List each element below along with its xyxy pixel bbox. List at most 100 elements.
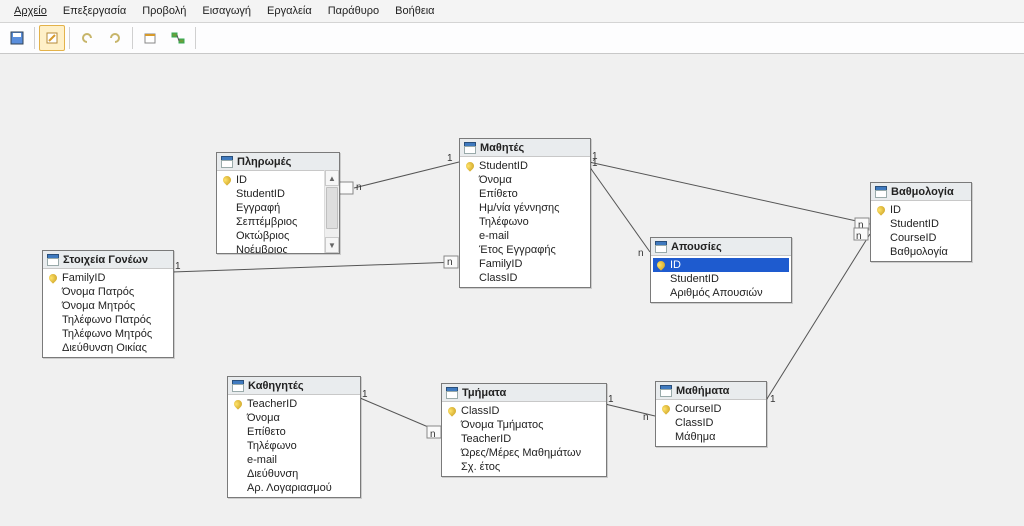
field-row[interactable]: Ώρες/Μέρες Μαθημάτων [444, 446, 604, 460]
field-row[interactable]: Διεύθυνση Οικίας [45, 341, 171, 355]
field-row[interactable]: Όνομα Πατρός [45, 285, 171, 299]
field-row[interactable]: Ημ/νία γέννησης [462, 201, 588, 215]
field-row[interactable]: Εγγραφή [219, 201, 323, 215]
field-row[interactable]: TeacherID [444, 432, 604, 446]
table-header[interactable]: Μαθητές [460, 139, 590, 157]
field-row[interactable]: StudentID [653, 272, 789, 286]
menubar[interactable]: Αρχείο Επεξεργασία Προβολή Εισαγωγή Εργα… [0, 0, 1024, 23]
field-row[interactable]: ID [653, 258, 789, 272]
table-title: Απουσίες [671, 241, 722, 253]
field-row[interactable]: Όνομα Μητρός [45, 299, 171, 313]
key-icon [657, 261, 666, 270]
field-row[interactable]: Όνομα [230, 411, 358, 425]
menu-insert[interactable]: Εισαγωγή [194, 3, 259, 19]
field-list: IDStudentIDΑριθμός Απουσιών [651, 256, 791, 302]
field-list: FamilyIDΌνομα ΠατρόςΌνομα ΜητρόςΤηλέφωνο… [43, 269, 173, 357]
field-row[interactable]: StudentID [873, 217, 969, 231]
field-row[interactable]: Τηλέφωνο Μητρός [45, 327, 171, 341]
key-icon [466, 260, 475, 269]
menu-view[interactable]: Προβολή [134, 3, 194, 19]
field-row[interactable]: Επίθετο [462, 187, 588, 201]
table-grades[interactable]: ΒαθμολογίαIDStudentIDCourseIDΒαθμολογία [870, 182, 972, 262]
menu-help[interactable]: Βοήθεια [387, 3, 442, 19]
table-teachers[interactable]: Καθηγητές TeacherIDΌνομαΕπίθετοΤηλέφωνο e-… [227, 376, 361, 498]
undo-icon[interactable] [74, 25, 100, 51]
redo-icon[interactable] [102, 25, 128, 51]
field-row[interactable]: TeacherID [230, 397, 358, 411]
key-icon [466, 176, 475, 185]
field-row[interactable]: StudentID [219, 187, 323, 201]
table-students[interactable]: Μαθητές StudentIDΌνομαΕπίθετοΗμ/νία γέννη… [459, 138, 591, 288]
field-row[interactable]: e-mail [462, 229, 588, 243]
field-row[interactable]: FamilyID [45, 271, 171, 285]
field-label: Ώρες/Μέρες Μαθημάτων [461, 447, 581, 459]
field-label: Όνομα Μητρός [62, 300, 135, 312]
field-row[interactable]: Όνομα Τμήματος [444, 418, 604, 432]
table-absences[interactable]: Απουσίες IDStudentIDΑριθμός Απουσιών [650, 237, 792, 303]
field-row[interactable]: ID [219, 173, 323, 187]
table-header[interactable]: Απουσίες [651, 238, 791, 256]
field-row[interactable]: Τηλέφωνο [230, 439, 358, 453]
table-icon [660, 385, 672, 396]
menu-edit[interactable]: Επεξεργασία [55, 3, 134, 19]
field-label: Όνομα Τμήματος [461, 419, 543, 431]
scroll-up-icon[interactable]: ▲ [325, 170, 339, 186]
svg-text:n: n [430, 429, 436, 440]
field-row[interactable]: ClassID [444, 404, 604, 418]
svg-text:n: n [643, 412, 649, 423]
table-parents[interactable]: Στοιχεία ΓονέωνFamilyIDΌνομα ΠατρόςΌνομα… [42, 250, 174, 358]
table-classes[interactable]: Τμήματα ClassIDΌνομα ΤμήματοςTeacherIDΏρε… [441, 383, 607, 477]
field-row[interactable]: Σχ. έτος [444, 460, 604, 474]
field-label: Βαθμολογία [890, 246, 948, 258]
table-header[interactable]: Μαθήματα [656, 382, 766, 400]
field-label: FamilyID [62, 272, 105, 284]
diagram-canvas[interactable]: 1n 1n 1n 1n 1n 1n 1n Στοιχεία ΓονέωνFami… [0, 54, 1024, 526]
field-label: TeacherID [247, 398, 297, 410]
field-label: CourseID [675, 403, 721, 415]
field-label: StudentID [890, 218, 939, 230]
field-row[interactable]: Νοέμβριος [219, 243, 323, 253]
field-row[interactable]: CourseID [658, 402, 764, 416]
field-row[interactable]: Όνομα [462, 173, 588, 187]
field-row[interactable]: Επίθετο [230, 425, 358, 439]
relationship-icon[interactable] [165, 25, 191, 51]
field-row[interactable]: Τηλέφωνο Πατρός [45, 313, 171, 327]
table-header[interactable]: Βαθμολογία [871, 183, 971, 201]
field-row[interactable]: ClassID [658, 416, 764, 430]
field-row[interactable]: Μάθημα [658, 430, 764, 444]
svg-text:1: 1 [362, 389, 368, 400]
field-row[interactable]: Αρ. Λογαριασμού [230, 481, 358, 495]
field-label: Τηλέφωνο [247, 440, 297, 452]
field-row[interactable]: Βαθμολογία [873, 245, 969, 259]
field-row[interactable]: FamilyID [462, 257, 588, 271]
field-row[interactable]: Έτος Εγγραφής [462, 243, 588, 257]
field-label: e-mail [247, 454, 277, 466]
field-row[interactable]: Οκτώβριος [219, 229, 323, 243]
menu-window[interactable]: Παράθυρο [320, 3, 387, 19]
field-row[interactable]: ID [873, 203, 969, 217]
table-header[interactable]: Τμήματα [442, 384, 606, 402]
field-row[interactable]: StudentID [462, 159, 588, 173]
table-courses[interactable]: Μαθήματα CourseIDClassIDΜάθημα [655, 381, 767, 447]
table-header[interactable]: Πληρωμές [217, 153, 339, 171]
table-payments[interactable]: Πληρωμές IDStudentIDΕγγραφήΣεπτέμβριοςΟκτ… [216, 152, 340, 254]
menu-tools[interactable]: Εργαλεία [259, 3, 320, 19]
field-label: Νοέμβριος [236, 244, 288, 253]
edit-icon[interactable] [39, 25, 65, 51]
table-header[interactable]: Στοιχεία Γονέων [43, 251, 173, 269]
field-row[interactable]: ClassID [462, 271, 588, 285]
field-label: Σχ. έτος [461, 461, 500, 473]
field-row[interactable]: Διεύθυνση [230, 467, 358, 481]
new-table-icon[interactable] [137, 25, 163, 51]
scroll-down-icon[interactable]: ▼ [325, 237, 339, 253]
field-row[interactable]: Σεπτέμβριος [219, 215, 323, 229]
field-row[interactable]: e-mail [230, 453, 358, 467]
field-row[interactable]: Αριθμός Απουσιών [653, 286, 789, 300]
scroll-thumb[interactable] [326, 187, 338, 229]
menu-file[interactable]: Αρχείο [6, 3, 55, 19]
table-header[interactable]: Καθηγητές [228, 377, 360, 395]
field-row[interactable]: Τηλέφωνο [462, 215, 588, 229]
field-row[interactable]: CourseID [873, 231, 969, 245]
scrollbar[interactable]: ▲▼ [324, 170, 339, 253]
save-icon[interactable] [4, 25, 30, 51]
